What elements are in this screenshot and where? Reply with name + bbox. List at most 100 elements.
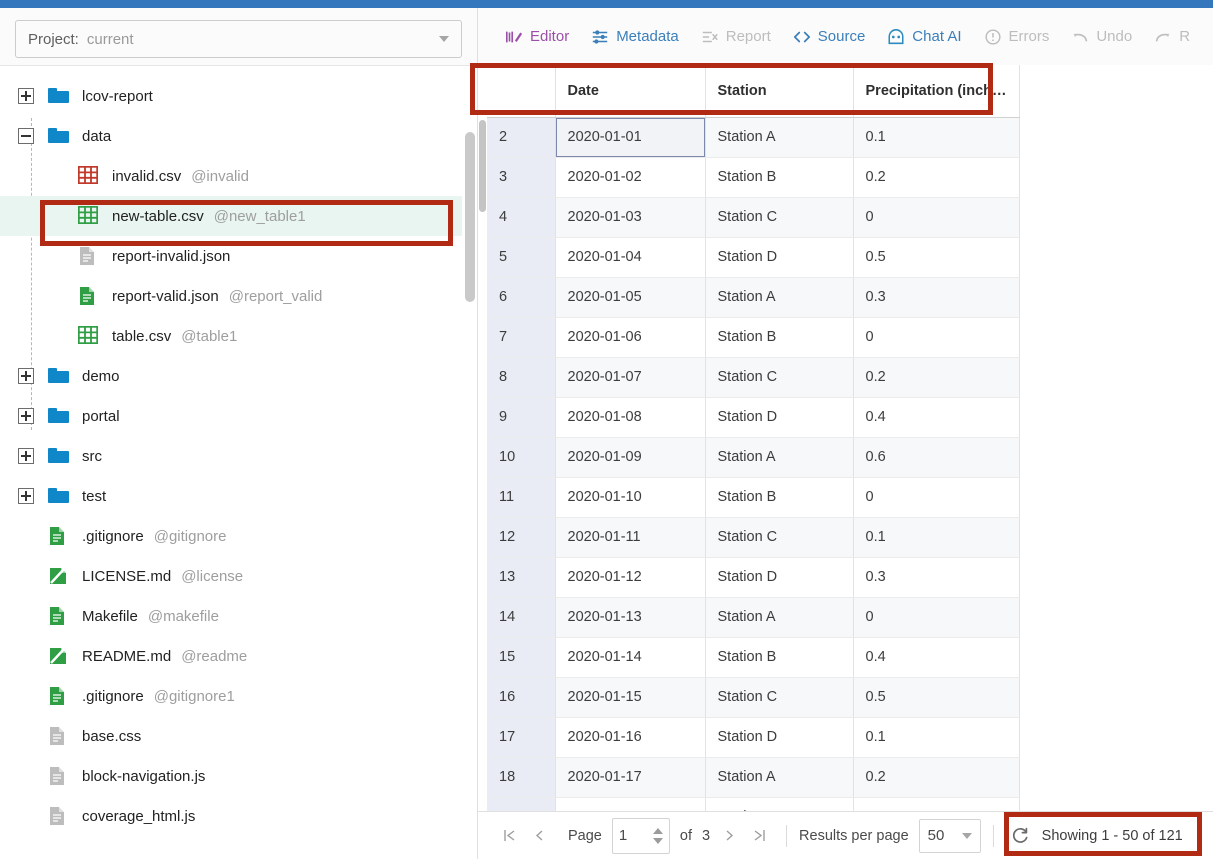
collapse-icon[interactable] [18,128,34,144]
tree-item-coverage-html-js[interactable]: coverage_html.js [0,796,462,836]
row-number[interactable]: 10 [487,437,556,478]
cell-station[interactable]: Station B [705,477,854,518]
chevron-down-icon[interactable] [439,36,449,42]
table-row[interactable]: 12 2020-01-11 Station C 0.1 [487,517,1020,558]
cell-precipitation[interactable]: 0 [853,197,1020,238]
cell-station[interactable]: Station C [705,517,854,558]
prev-page-icon[interactable] [524,821,554,851]
cell-date[interactable]: 2020-01-05 [555,277,706,318]
cell-precipitation[interactable]: 0.2 [853,757,1020,798]
toolbar-item-editor[interactable]: Editor [494,28,580,46]
row-number[interactable]: 13 [487,557,556,598]
cell-station[interactable]: Station A [705,437,854,478]
toolbar-item-chat-ai[interactable]: Chat AI [876,28,972,46]
cell-date[interactable]: 2020-01-03 [555,197,706,238]
table-row[interactable]: 9 2020-01-08 Station D 0.4 [487,397,1020,438]
row-number[interactable]: 18 [487,757,556,798]
tree-item-lcov-report[interactable]: lcov-report [0,76,462,116]
table-row[interactable]: 17 2020-01-16 Station D 0.1 [487,717,1020,758]
cell-precipitation[interactable]: 0.2 [853,357,1020,398]
cell-station[interactable]: Station C [705,197,854,238]
cell-station[interactable]: Station B [705,637,854,678]
tree-item-block-navigation-js[interactable]: block-navigation.js [0,756,462,796]
tree-item-license-md[interactable]: LICENSE.md @license [0,556,462,596]
cell-date[interactable]: 2020-01-14 [555,637,706,678]
column-header-station[interactable]: Station [705,65,854,118]
table-row[interactable]: 4 2020-01-03 Station C0 [487,197,1020,238]
tree-item-report-invalid-json[interactable]: report-invalid.json [0,236,462,276]
chevron-down-icon[interactable] [961,832,972,839]
tree-item-demo[interactable]: demo [0,356,462,396]
stepper-down-icon[interactable] [652,837,663,844]
expand-icon[interactable] [18,448,34,464]
cell-date[interactable]: 2020-01-12 [555,557,706,598]
table-row[interactable]: 11 2020-01-10 Station B0 [487,477,1020,518]
first-page-icon[interactable] [494,821,524,851]
table-row[interactable]: 16 2020-01-15 Station C 0.5 [487,677,1020,718]
row-number[interactable]: 14 [487,597,556,638]
row-number[interactable]: 11 [487,477,556,518]
table-row[interactable]: 10 2020-01-09 Station A 0.6 [487,437,1020,478]
table-row[interactable]: 15 2020-01-14 Station B 0.4 [487,637,1020,678]
table-row[interactable]: 192020-01-18Station B0 [487,797,1020,811]
row-number[interactable]: 7 [487,317,556,358]
tree-item-gitignore[interactable]: .gitignore @gitignore [0,516,462,556]
cell-precipitation[interactable]: 0.6 [853,437,1020,478]
cell-station[interactable]: Station D [705,237,854,278]
stepper-up-icon[interactable] [652,827,663,834]
table-row[interactable]: 8 2020-01-07 Station C 0.2 [487,357,1020,398]
toolbar-item-metadata[interactable]: Metadata [580,28,690,46]
cell-precipitation[interactable]: 0.4 [853,397,1020,438]
table-row[interactable]: 18 2020-01-17 Station A 0.2 [487,757,1020,798]
cell-precipitation[interactable]: 0.2 [853,157,1020,198]
sidebar-scrollbar-thumb[interactable] [465,132,475,302]
row-number[interactable]: 6 [487,277,556,318]
tree-item-readme-md[interactable]: README.md @readme [0,636,462,676]
cell-station[interactable]: Station A [705,597,854,638]
row-number[interactable]: 17 [487,717,556,758]
row-number[interactable]: 8 [487,357,556,398]
tree-item-table-csv[interactable]: table.csv @table1 [0,316,462,356]
cell-precipitation[interactable]: 0 [853,317,1020,358]
row-number[interactable]: 12 [487,517,556,558]
row-number[interactable]: 19 [487,797,556,811]
row-number[interactable]: 4 [487,197,556,238]
row-number[interactable]: 3 [487,157,556,198]
expand-icon[interactable] [18,88,34,104]
cell-precipitation[interactable]: 0.1 [853,117,1020,158]
table-row[interactable]: 2 2020-01-01 Station A 0.1 [487,117,1020,158]
cell-date[interactable]: 2020-01-13 [555,597,706,638]
grid-corner-cell[interactable] [487,65,556,118]
results-per-page-select[interactable]: 50 [918,818,981,853]
project-select[interactable]: Project: current [15,20,462,58]
cell-station[interactable]: Station A [705,277,854,318]
sidebar-scrollbar[interactable] [462,66,477,859]
cell-precipitation[interactable]: 0 [853,477,1020,518]
cell-date[interactable]: 2020-01-09 [555,437,706,478]
table-row[interactable]: 6 2020-01-05 Station A 0.3 [487,277,1020,318]
row-number[interactable]: 2 [487,117,556,158]
row-number[interactable]: 15 [487,637,556,678]
cell-precipitation[interactable]: 0 [853,797,1020,811]
next-page-icon[interactable] [714,821,744,851]
cell-date[interactable]: 2020-01-01 [555,117,706,158]
cell-date[interactable]: 2020-01-16 [555,717,706,758]
tree-item-data[interactable]: data [0,116,462,156]
tree-item-gitignore[interactable]: .gitignore @gitignore1 [0,676,462,716]
expand-icon[interactable] [18,368,34,384]
toolbar-item-source[interactable]: Source [782,28,877,46]
cell-station[interactable]: Station D [705,397,854,438]
cell-station[interactable]: Station B [705,797,854,811]
table-row[interactable]: 5 2020-01-04 Station D 0.5 [487,237,1020,278]
table-row[interactable]: 14 2020-01-13 Station A0 [487,597,1020,638]
page-number-input[interactable]: 1 [611,817,670,854]
cell-date[interactable]: 2020-01-08 [555,397,706,438]
cell-station[interactable]: Station A [705,757,854,798]
cell-station[interactable]: Station D [705,717,854,758]
expand-icon[interactable] [18,408,34,424]
table-row[interactable]: 13 2020-01-12 Station D 0.3 [487,557,1020,598]
cell-date[interactable]: 2020-01-11 [555,517,706,558]
cell-precipitation[interactable]: 0.1 [853,717,1020,758]
table-row[interactable]: 7 2020-01-06 Station B0 [487,317,1020,358]
tree-item-test[interactable]: test [0,476,462,516]
